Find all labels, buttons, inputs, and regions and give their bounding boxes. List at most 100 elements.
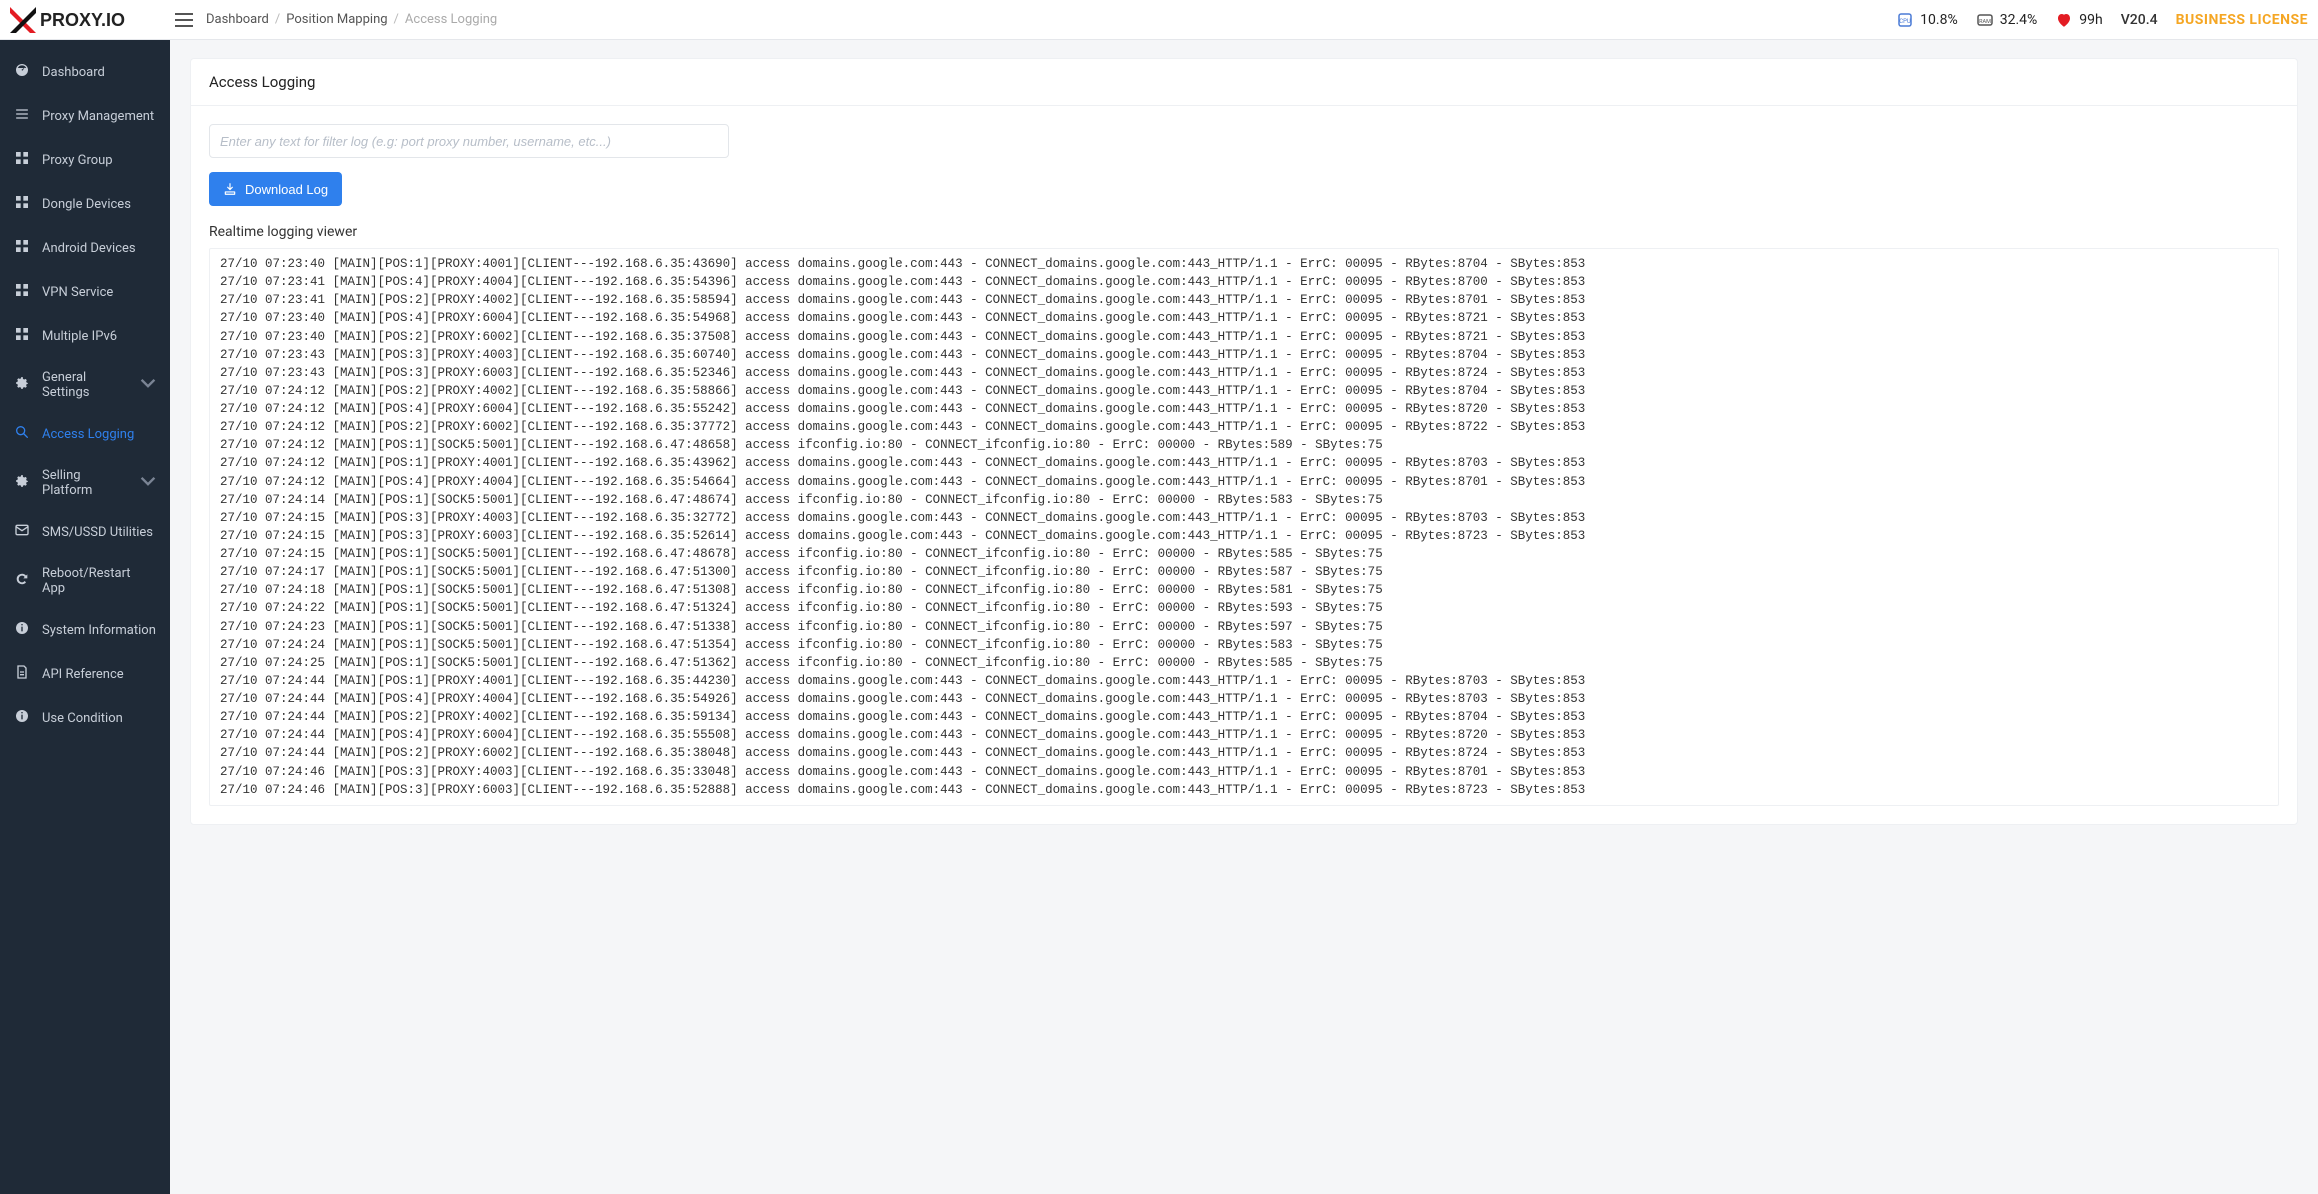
log-filter-input[interactable] bbox=[209, 124, 729, 158]
log-line: 27/10 07:24:12 [MAIN][POS:4][PROXY:4004]… bbox=[220, 473, 2268, 491]
log-viewer[interactable]: 27/10 07:23:40 [MAIN][POS:1][PROXY:4001]… bbox=[209, 248, 2279, 806]
log-line: 27/10 07:23:43 [MAIN][POS:3][PROXY:6003]… bbox=[220, 364, 2268, 382]
log-line: 27/10 07:23:40 [MAIN][POS:1][PROXY:4001]… bbox=[220, 255, 2268, 273]
sidebar-item-dashboard[interactable]: Dashboard bbox=[0, 50, 170, 94]
log-line: 27/10 07:24:44 [MAIN][POS:2][PROXY:6002]… bbox=[220, 744, 2268, 762]
speedometer-icon bbox=[14, 62, 30, 82]
sidebar-item-label: Proxy Management bbox=[42, 109, 154, 124]
cpu-icon: CPU bbox=[1896, 11, 1914, 29]
svg-text:RAM: RAM bbox=[1979, 19, 1991, 25]
log-line: 27/10 07:24:44 [MAIN][POS:1][PROXY:4001]… bbox=[220, 672, 2268, 690]
svg-text:PROXY.IO: PROXY.IO bbox=[40, 10, 125, 30]
log-line: 27/10 07:23:40 [MAIN][POS:4][PROXY:6004]… bbox=[220, 309, 2268, 327]
ram-usage: RAM 32.4% bbox=[1976, 11, 2038, 29]
log-line: 27/10 07:24:12 [MAIN][POS:2][PROXY:4002]… bbox=[220, 382, 2268, 400]
grid-icon bbox=[14, 326, 30, 346]
topbar: PROXY.IO Dashboard / Position Mapping / … bbox=[0, 0, 2318, 40]
log-line: 27/10 07:24:12 [MAIN][POS:2][PROXY:6002]… bbox=[220, 418, 2268, 436]
breadcrumb-separator: / bbox=[394, 12, 399, 27]
search-icon bbox=[14, 424, 30, 444]
log-line: 27/10 07:24:22 [MAIN][POS:1][SOCK5:5001]… bbox=[220, 599, 2268, 617]
list-icon bbox=[14, 106, 30, 126]
sidebar-item-api-reference[interactable]: API Reference bbox=[0, 652, 170, 696]
grid-icon bbox=[14, 150, 30, 170]
log-line: 27/10 07:24:44 [MAIN][POS:4][PROXY:6004]… bbox=[220, 726, 2268, 744]
breadcrumb-item[interactable]: Position Mapping bbox=[286, 12, 387, 27]
refresh-icon bbox=[14, 571, 30, 591]
log-line: 27/10 07:23:40 [MAIN][POS:2][PROXY:6002]… bbox=[220, 328, 2268, 346]
download-log-button[interactable]: Download Log bbox=[209, 172, 342, 206]
download-icon bbox=[223, 182, 237, 196]
menu-toggle-button[interactable] bbox=[170, 6, 198, 34]
sidebar-item-multiple-ipv6[interactable]: Multiple IPv6 bbox=[0, 314, 170, 358]
heart-icon bbox=[2055, 11, 2073, 29]
breadcrumb-item[interactable]: Dashboard bbox=[206, 12, 269, 27]
sidebar-item-reboot-restart-app[interactable]: Reboot/Restart App bbox=[0, 554, 170, 608]
sidebar-item-label: Multiple IPv6 bbox=[42, 329, 117, 344]
sidebar-item-proxy-management[interactable]: Proxy Management bbox=[0, 94, 170, 138]
download-log-label: Download Log bbox=[245, 182, 328, 197]
chevron-down-icon bbox=[140, 375, 156, 395]
log-line: 27/10 07:24:25 [MAIN][POS:1][SOCK5:5001]… bbox=[220, 654, 2268, 672]
log-line: 27/10 07:24:46 [MAIN][POS:3][PROXY:4003]… bbox=[220, 763, 2268, 781]
chevron-down-icon bbox=[140, 473, 156, 493]
card-title: Access Logging bbox=[191, 59, 2297, 106]
hamburger-icon bbox=[175, 13, 193, 27]
sidebar-item-label: General Settings bbox=[42, 370, 128, 400]
brand-logo[interactable]: PROXY.IO bbox=[0, 0, 170, 39]
sidebar-item-system-information[interactable]: System Information bbox=[0, 608, 170, 652]
health-value: 99h bbox=[2079, 12, 2102, 28]
gear-icon bbox=[14, 375, 30, 395]
sidebar-item-access-logging[interactable]: Access Logging bbox=[0, 412, 170, 456]
cpu-value: 10.8% bbox=[1920, 12, 1958, 28]
svg-text:CPU: CPU bbox=[1899, 18, 1911, 25]
log-line: 27/10 07:24:44 [MAIN][POS:4][PROXY:4004]… bbox=[220, 690, 2268, 708]
sidebar-item-vpn-service[interactable]: VPN Service bbox=[0, 270, 170, 314]
sidebar-item-label: SMS/USSD Utilities bbox=[42, 525, 153, 540]
sidebar-item-proxy-group[interactable]: Proxy Group bbox=[0, 138, 170, 182]
breadcrumb-current: Access Logging bbox=[405, 12, 497, 27]
log-line: 27/10 07:23:41 [MAIN][POS:2][PROXY:4002]… bbox=[220, 291, 2268, 309]
sidebar-item-label: Reboot/Restart App bbox=[42, 566, 156, 596]
log-line: 27/10 07:24:12 [MAIN][POS:4][PROXY:6004]… bbox=[220, 400, 2268, 418]
envelope-icon bbox=[14, 522, 30, 542]
main-content: Access Logging Download Log Realtime log… bbox=[170, 40, 2318, 1194]
gear-icon bbox=[14, 473, 30, 493]
sidebar-item-label: Selling Platform bbox=[42, 468, 128, 498]
version-label: V20.4 bbox=[2121, 12, 2158, 28]
grid-icon bbox=[14, 238, 30, 258]
sidebar: Dashboard Proxy Management Proxy Group Dong… bbox=[0, 40, 170, 1194]
sidebar-item-use-condition[interactable]: Use Condition bbox=[0, 696, 170, 740]
log-line: 27/10 07:24:12 [MAIN][POS:1][PROXY:4001]… bbox=[220, 454, 2268, 472]
sidebar-item-general-settings[interactable]: General Settings bbox=[0, 358, 170, 412]
log-line: 27/10 07:24:24 [MAIN][POS:1][SOCK5:5001]… bbox=[220, 636, 2268, 654]
breadcrumb: Dashboard / Position Mapping / Access Lo… bbox=[206, 12, 497, 27]
log-line: 27/10 07:24:17 [MAIN][POS:1][SOCK5:5001]… bbox=[220, 563, 2268, 581]
info-icon bbox=[14, 708, 30, 728]
proxy-logo-icon: PROXY.IO bbox=[10, 7, 160, 33]
sidebar-item-label: Use Condition bbox=[42, 711, 123, 726]
health-indicator: 99h bbox=[2055, 11, 2102, 29]
log-line: 27/10 07:24:15 [MAIN][POS:3][PROXY:4003]… bbox=[220, 509, 2268, 527]
ram-value: 32.4% bbox=[2000, 12, 2038, 28]
sidebar-item-sms-ussd-utilities[interactable]: SMS/USSD Utilities bbox=[0, 510, 170, 554]
log-line: 27/10 07:24:23 [MAIN][POS:1][SOCK5:5001]… bbox=[220, 618, 2268, 636]
log-line: 27/10 07:23:43 [MAIN][POS:3][PROXY:4003]… bbox=[220, 346, 2268, 364]
sidebar-item-android-devices[interactable]: Android Devices bbox=[0, 226, 170, 270]
log-line: 27/10 07:24:14 [MAIN][POS:1][SOCK5:5001]… bbox=[220, 491, 2268, 509]
grid-icon bbox=[14, 194, 30, 214]
sidebar-item-selling-platform[interactable]: Selling Platform bbox=[0, 456, 170, 510]
sidebar-item-label: System Information bbox=[42, 623, 156, 638]
info-icon bbox=[14, 620, 30, 640]
log-line: 27/10 07:23:41 [MAIN][POS:4][PROXY:4004]… bbox=[220, 273, 2268, 291]
sidebar-item-dongle-devices[interactable]: Dongle Devices bbox=[0, 182, 170, 226]
sidebar-item-label: Proxy Group bbox=[42, 153, 113, 168]
sidebar-item-label: Dashboard bbox=[42, 65, 105, 80]
log-line: 27/10 07:24:12 [MAIN][POS:1][SOCK5:5001]… bbox=[220, 436, 2268, 454]
sidebar-item-label: API Reference bbox=[42, 667, 124, 682]
license-label: BUSINESS LICENSE bbox=[2176, 12, 2308, 28]
sidebar-item-label: Android Devices bbox=[42, 241, 136, 256]
access-logging-card: Access Logging Download Log Realtime log… bbox=[190, 58, 2298, 825]
cpu-usage: CPU 10.8% bbox=[1896, 11, 1958, 29]
sidebar-item-label: Access Logging bbox=[42, 427, 134, 442]
